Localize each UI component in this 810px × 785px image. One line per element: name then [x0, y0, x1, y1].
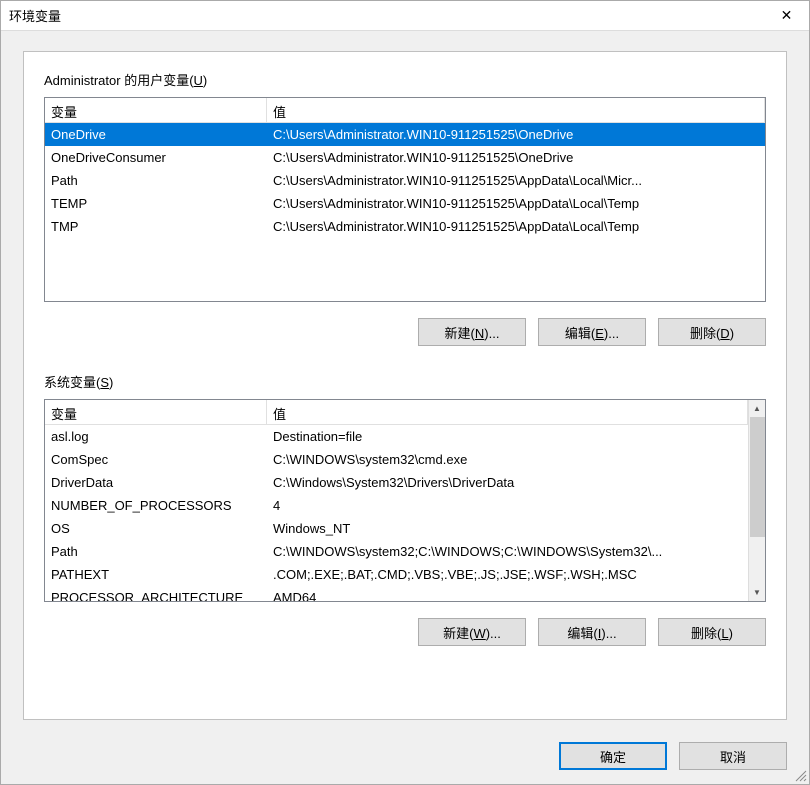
table-row[interactable]: OneDriveC:\Users\Administrator.WIN10-911… — [45, 123, 765, 146]
cell-variable: DriverData — [45, 473, 267, 492]
col-header-value[interactable]: 值 — [267, 400, 748, 424]
cell-value: 4 — [267, 496, 748, 515]
cell-variable: OneDrive — [45, 125, 267, 144]
col-header-variable[interactable]: 变量 — [45, 400, 267, 424]
table-row[interactable]: PathC:\Users\Administrator.WIN10-9112515… — [45, 169, 765, 192]
cell-value: C:\WINDOWS\system32;C:\WINDOWS;C:\WINDOW… — [267, 542, 748, 561]
table-row[interactable]: OSWindows_NT — [45, 517, 748, 540]
table-row[interactable]: PROCESSOR_ARCHITECTUREAMD64 — [45, 586, 748, 601]
table-row[interactable]: NUMBER_OF_PROCESSORS4 — [45, 494, 748, 517]
cell-value: C:\WINDOWS\system32\cmd.exe — [267, 450, 748, 469]
cell-value: C:\Users\Administrator.WIN10-911251525\A… — [267, 171, 765, 190]
dialog-content: Administrator 的用户变量(U) 变量 值 OneDriveC:\U… — [1, 31, 809, 720]
close-icon: ✕ — [781, 7, 793, 24]
cell-variable: Path — [45, 542, 267, 561]
col-header-variable[interactable]: 变量 — [45, 98, 267, 122]
user-vars-label: Administrator 的用户变量(U) — [44, 70, 766, 89]
col-header-value[interactable]: 值 — [267, 98, 765, 122]
system-scrollbar[interactable]: ▲ ▼ — [748, 400, 765, 601]
cell-variable: ComSpec — [45, 450, 267, 469]
scroll-up-icon[interactable]: ▲ — [749, 400, 765, 417]
system-list-header: 变量 值 — [45, 400, 748, 425]
user-vars-list[interactable]: 变量 值 OneDriveC:\Users\Administrator.WIN1… — [44, 97, 766, 302]
table-row[interactable]: TMPC:\Users\Administrator.WIN10-91125152… — [45, 215, 765, 238]
cell-value: C:\Users\Administrator.WIN10-911251525\A… — [267, 217, 765, 236]
cell-variable: OneDriveConsumer — [45, 148, 267, 167]
cell-value: Destination=file — [267, 427, 748, 446]
window-title: 环境变量 — [9, 6, 764, 25]
inner-panel: Administrator 的用户变量(U) 变量 值 OneDriveC:\U… — [23, 51, 787, 720]
table-row[interactable]: ComSpecC:\WINDOWS\system32\cmd.exe — [45, 448, 748, 471]
table-row[interactable]: TEMPC:\Users\Administrator.WIN10-9112515… — [45, 192, 765, 215]
table-row[interactable]: PathC:\WINDOWS\system32;C:\WINDOWS;C:\WI… — [45, 540, 748, 563]
table-row[interactable]: DriverDataC:\Windows\System32\Drivers\Dr… — [45, 471, 748, 494]
cell-variable: PATHEXT — [45, 565, 267, 584]
cell-variable: asl.log — [45, 427, 267, 446]
system-vars-list[interactable]: 变量 值 asl.logDestination=fileComSpecC:\WI… — [44, 399, 766, 602]
system-vars-label: 系统变量(S) — [44, 372, 766, 391]
user-new-button[interactable]: 新建(N)... — [418, 318, 526, 346]
cancel-button[interactable]: 取消 — [679, 742, 787, 770]
cell-variable: PROCESSOR_ARCHITECTURE — [45, 588, 267, 601]
cell-value: Windows_NT — [267, 519, 748, 538]
cell-variable: NUMBER_OF_PROCESSORS — [45, 496, 267, 515]
table-row[interactable]: asl.logDestination=file — [45, 425, 748, 448]
table-row[interactable]: PATHEXT.COM;.EXE;.BAT;.CMD;.VBS;.VBE;.JS… — [45, 563, 748, 586]
user-button-row: 新建(N)... 编辑(E)... 删除(D) — [44, 318, 766, 346]
system-new-button[interactable]: 新建(W)... — [418, 618, 526, 646]
user-edit-button[interactable]: 编辑(E)... — [538, 318, 646, 346]
user-delete-button[interactable]: 删除(D) — [658, 318, 766, 346]
titlebar: 环境变量 ✕ — [1, 1, 809, 31]
cell-variable: Path — [45, 171, 267, 190]
system-rows: asl.logDestination=fileComSpecC:\WINDOWS… — [45, 425, 748, 601]
system-button-row: 新建(W)... 编辑(I)... 删除(L) — [44, 618, 766, 646]
cell-variable: TMP — [45, 217, 267, 236]
cell-value: C:\Windows\System32\Drivers\DriverData — [267, 473, 748, 492]
table-row[interactable]: OneDriveConsumerC:\Users\Administrator.W… — [45, 146, 765, 169]
resize-grip[interactable] — [793, 768, 807, 782]
system-delete-button[interactable]: 删除(L) — [658, 618, 766, 646]
scroll-down-icon[interactable]: ▼ — [749, 584, 765, 601]
cell-variable: OS — [45, 519, 267, 538]
cell-value: C:\Users\Administrator.WIN10-911251525\O… — [267, 125, 765, 144]
user-rows: OneDriveC:\Users\Administrator.WIN10-911… — [45, 123, 765, 238]
cell-value: .COM;.EXE;.BAT;.CMD;.VBS;.VBE;.JS;.JSE;.… — [267, 565, 748, 584]
user-list-header: 变量 值 — [45, 98, 765, 123]
footer-row: 确定 取消 — [1, 720, 809, 784]
ok-button[interactable]: 确定 — [559, 742, 667, 770]
scroll-thumb[interactable] — [750, 417, 765, 537]
cell-variable: TEMP — [45, 194, 267, 213]
cell-value: C:\Users\Administrator.WIN10-911251525\O… — [267, 148, 765, 167]
close-button[interactable]: ✕ — [764, 1, 809, 31]
cell-value: C:\Users\Administrator.WIN10-911251525\A… — [267, 194, 765, 213]
cell-value: AMD64 — [267, 588, 748, 601]
system-edit-button[interactable]: 编辑(I)... — [538, 618, 646, 646]
env-vars-dialog: 环境变量 ✕ Administrator 的用户变量(U) 变量 值 OneDr… — [0, 0, 810, 785]
